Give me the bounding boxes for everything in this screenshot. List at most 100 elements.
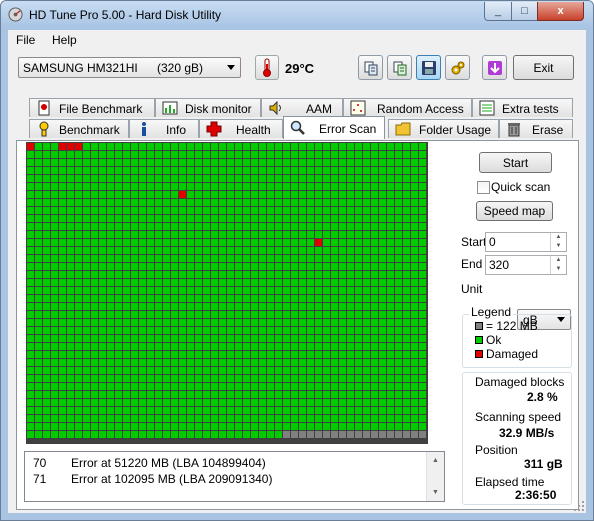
start-scan-button[interactable]: Start xyxy=(479,152,552,173)
tab-file-benchmark[interactable]: File Benchmark xyxy=(29,98,155,117)
tab-extra-tests[interactable]: Extra tests xyxy=(472,98,573,117)
health-cross-icon xyxy=(206,121,222,137)
scan-block-ok xyxy=(259,231,266,238)
copy-all-button[interactable] xyxy=(387,55,412,80)
scan-block-ok xyxy=(219,191,226,198)
scan-block-ok xyxy=(339,271,346,278)
scan-block-ok xyxy=(187,239,194,246)
scan-block-ok xyxy=(123,191,130,198)
scan-block-ok xyxy=(91,311,98,318)
close-button[interactable]: x xyxy=(537,2,584,21)
start-stepper[interactable]: ▲ ▼ xyxy=(550,233,566,251)
scan-block-ok xyxy=(83,343,90,350)
drive-select[interactable]: SAMSUNG HM321HI (320 gB) xyxy=(18,57,241,78)
scan-block-ok xyxy=(251,239,258,246)
scan-block-ok xyxy=(395,199,402,206)
tab-random-access[interactable]: Random Access xyxy=(343,98,472,117)
start-label: Start xyxy=(461,235,487,249)
download-button[interactable] xyxy=(482,55,507,80)
scan-block-ok xyxy=(291,287,298,294)
scan-block-ok xyxy=(419,295,426,302)
scan-block-ok xyxy=(339,351,346,358)
error-log-list[interactable]: 70 Error at 51220 MB (LBA 104899404) 71 … xyxy=(24,451,445,502)
scan-block-ok xyxy=(323,399,330,406)
end-field[interactable]: 320 ▲ ▼ xyxy=(485,255,567,275)
tab-erase[interactable]: Erase xyxy=(499,119,573,138)
scan-block-ok xyxy=(131,159,138,166)
scan-block-ok xyxy=(267,375,274,382)
scan-block-ok xyxy=(363,303,370,310)
tab-aam[interactable]: AAM xyxy=(261,98,343,117)
scan-block-ok xyxy=(307,151,314,158)
scan-block-ok xyxy=(339,295,346,302)
stepper-down-icon[interactable]: ▼ xyxy=(551,265,566,274)
stepper-up-icon[interactable]: ▲ xyxy=(551,256,566,265)
speed-map-button[interactable]: Speed map xyxy=(476,201,553,221)
scan-block-ok xyxy=(187,175,194,182)
scan-block-ok xyxy=(43,391,50,398)
scan-block-ok xyxy=(83,399,90,406)
scroll-up-icon[interactable]: ▲ xyxy=(428,453,443,468)
title-bar[interactable]: HD Tune Pro 5.00 - Hard Disk Utility _ □… xyxy=(1,1,593,29)
scan-block-ok xyxy=(139,303,146,310)
tab-folder-usage[interactable]: Folder Usage xyxy=(388,119,499,138)
stepper-down-icon[interactable]: ▼ xyxy=(551,242,566,251)
scan-block-ok xyxy=(51,375,58,382)
stepper-up-icon[interactable]: ▲ xyxy=(551,233,566,242)
scan-block-ok xyxy=(379,383,386,390)
scan-block-ok xyxy=(187,359,194,366)
scan-block-ok xyxy=(211,319,218,326)
scan-block-ok xyxy=(243,247,250,254)
scan-block-ok xyxy=(299,199,306,206)
scan-block-ok xyxy=(139,279,146,286)
tab-error-scan[interactable]: Error Scan xyxy=(283,116,385,139)
scan-block-ok xyxy=(395,407,402,414)
scan-block-ok xyxy=(419,231,426,238)
scan-block-ok xyxy=(403,423,410,430)
scan-block-ok xyxy=(235,199,242,206)
log-scrollbar[interactable]: ▲ ▼ xyxy=(426,452,444,501)
scan-block-ok xyxy=(123,399,130,406)
quick-scan-checkbox[interactable] xyxy=(477,181,490,194)
end-stepper[interactable]: ▲ ▼ xyxy=(550,256,566,274)
scan-block-ok xyxy=(363,391,370,398)
scroll-down-icon[interactable]: ▼ xyxy=(428,485,443,500)
scan-block-ok xyxy=(355,159,362,166)
tab-info[interactable]: Info xyxy=(129,119,199,138)
scan-block-ok xyxy=(43,207,50,214)
scan-block-ok xyxy=(307,351,314,358)
menu-help[interactable]: Help xyxy=(52,33,77,47)
copy-button[interactable] xyxy=(358,55,383,80)
minimize-button[interactable]: _ xyxy=(484,2,512,21)
start-field[interactable]: 0 ▲ ▼ xyxy=(485,232,567,252)
exit-button[interactable]: Exit xyxy=(513,55,574,80)
scan-block-ok xyxy=(147,383,154,390)
scan-block-ok xyxy=(195,391,202,398)
scan-block-ok xyxy=(139,415,146,422)
scan-block-ok xyxy=(363,327,370,334)
scan-block-ok xyxy=(155,351,162,358)
scan-block-ok xyxy=(59,247,66,254)
menu-file[interactable]: File xyxy=(16,33,35,47)
temperature-button[interactable] xyxy=(255,55,279,80)
scan-block-ok xyxy=(171,151,178,158)
tab-health[interactable]: Health xyxy=(199,119,283,138)
scan-block-ok xyxy=(99,343,106,350)
tab-benchmark[interactable]: Benchmark xyxy=(29,119,129,138)
scan-block-ok xyxy=(195,343,202,350)
scan-block-ok xyxy=(251,319,258,326)
scan-block-ok xyxy=(155,295,162,302)
tab-disk-monitor[interactable]: Disk monitor xyxy=(155,98,261,117)
resize-grip-icon[interactable] xyxy=(573,500,585,512)
maximize-button[interactable]: □ xyxy=(511,2,538,21)
save-button[interactable] xyxy=(416,55,441,80)
scan-block-ok xyxy=(339,327,346,334)
scan-block-ok xyxy=(371,383,378,390)
scan-block-ok xyxy=(267,415,274,422)
start-scan-label: Start xyxy=(502,155,529,170)
settings-button[interactable] xyxy=(445,55,470,80)
scan-block-ok xyxy=(115,175,122,182)
scan-block-ok xyxy=(275,327,282,334)
scan-block-ok xyxy=(211,271,218,278)
scan-block-ok xyxy=(27,327,34,334)
